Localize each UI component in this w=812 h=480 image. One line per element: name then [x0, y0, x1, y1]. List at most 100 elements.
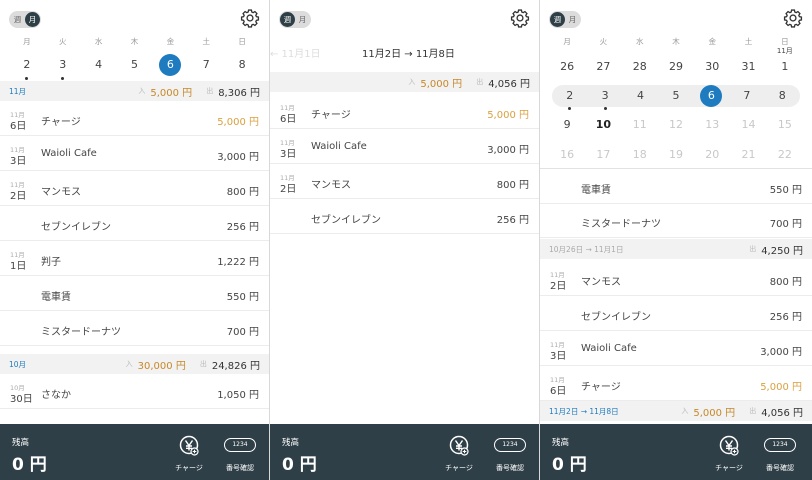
- transaction-row[interactable]: セブンイレブン 256 円: [540, 297, 812, 331]
- toggle-month[interactable]: 月: [295, 12, 310, 27]
- transaction-row[interactable]: ミスタードーナツ 700 円: [0, 312, 269, 346]
- expense-total: 24,826 円: [211, 360, 260, 372]
- transaction-row[interactable]: ミスタードーナツ 700 円: [540, 204, 812, 238]
- number-check-button[interactable]: 1234 番号確認: [759, 434, 801, 474]
- transaction-name: ミスタードーナツ: [41, 327, 121, 338]
- charge-button[interactable]: チャージ: [170, 434, 208, 474]
- transaction-row[interactable]: 11月 1日 判子 1,222 円: [0, 242, 269, 276]
- screen-month-view: 週 月 月火水木金土日 26 27 28 29 30 31 11月 1 2 3 4 5 6 7 8 9 10 11…: [540, 0, 812, 480]
- top-bar: 週 月: [270, 0, 539, 36]
- calendar-day[interactable]: 30: [694, 56, 730, 78]
- week-date-strip: 2345678: [9, 53, 260, 80]
- date-cell[interactable]: 3: [45, 53, 81, 80]
- has-entry-dot: [568, 107, 572, 110]
- has-entry-dot: [25, 77, 29, 80]
- transaction-name: マンモス: [41, 187, 81, 198]
- transaction-name: Waioli Cafe: [581, 343, 637, 354]
- date-cell[interactable]: 6: [152, 53, 188, 77]
- number-check-button[interactable]: 1234 番号確認: [489, 434, 531, 474]
- transaction-amount: 5,000 円: [487, 110, 529, 121]
- transaction-row[interactable]: 11月 2日 マンモス 800 円: [0, 172, 269, 206]
- month-label: 11月: [776, 47, 793, 55]
- toggle-month[interactable]: 月: [565, 12, 580, 27]
- date-cell[interactable]: 4: [81, 53, 117, 77]
- calendar-day[interactable]: 26: [549, 56, 585, 78]
- calendar-day[interactable]: 14: [730, 114, 766, 136]
- date-cell[interactable]: 8: [224, 53, 260, 77]
- transaction-name: 判子: [41, 257, 61, 268]
- calendar-day[interactable]: 4: [623, 85, 658, 107]
- section-label: 10月26日 → 11月1日: [549, 244, 624, 254]
- transaction-row[interactable]: 11月 3日 Waioli Cafe 3,000 円: [0, 137, 269, 171]
- calendar-day[interactable]: 2: [552, 85, 587, 110]
- top-bar: 週 月: [0, 0, 269, 36]
- calendar-day[interactable]: 10: [585, 114, 621, 136]
- calendar-day[interactable]: 27: [585, 56, 621, 78]
- calendar-day[interactable]: 19: [658, 144, 694, 166]
- toggle-week[interactable]: 週: [280, 12, 295, 27]
- date-cell[interactable]: 2: [9, 53, 45, 80]
- transaction-amount: 1,222 円: [217, 257, 259, 268]
- has-entry-dot: [61, 77, 65, 80]
- date-cell[interactable]: 7: [188, 53, 224, 77]
- transaction-row[interactable]: 11月 2日 マンモス 800 円: [270, 165, 539, 199]
- calendar-day[interactable]: 20: [694, 144, 730, 166]
- calendar-day[interactable]: 22: [767, 144, 803, 166]
- gear-icon[interactable]: [783, 8, 803, 28]
- calendar-day[interactable]: 21: [730, 144, 766, 166]
- transaction-name: マンモス: [311, 180, 351, 191]
- calendar-day[interactable]: 31: [730, 56, 766, 78]
- calendar-day[interactable]: 18: [622, 144, 658, 166]
- calendar-day[interactable]: 11: [622, 114, 658, 136]
- number-pill-icon: 1234: [494, 438, 526, 452]
- week-month-toggle[interactable]: 週 月: [279, 11, 311, 28]
- calendar-day[interactable]: 3: [587, 85, 622, 110]
- range-summary-prev: 10月26日 → 11月1日 出 4,250 円: [540, 239, 812, 259]
- transaction-row[interactable]: セブンイレブン 256 円: [270, 200, 539, 234]
- calendar-day[interactable]: 8: [765, 85, 800, 107]
- calendar-day[interactable]: 13: [694, 114, 730, 136]
- divider: [540, 168, 812, 169]
- calendar-week: 2345678: [552, 85, 800, 110]
- week-month-toggle[interactable]: 週 月: [9, 11, 41, 28]
- calendar-day[interactable]: 7: [729, 85, 764, 107]
- transaction-row[interactable]: 電車賃 550 円: [0, 277, 269, 311]
- calendar-day[interactable]: 12: [658, 114, 694, 136]
- date-cell[interactable]: 5: [117, 53, 153, 77]
- toggle-month[interactable]: 月: [25, 12, 40, 27]
- calendar-day[interactable]: 5: [658, 85, 693, 107]
- balance-value: 0 円: [12, 455, 47, 475]
- transaction-name: チャージ: [581, 382, 621, 393]
- weekday-header: 月火水木金土日: [23, 37, 246, 46]
- calendar-day[interactable]: 16: [549, 144, 585, 166]
- calendar-day[interactable]: 9: [549, 114, 585, 136]
- screen-range-view: 週 月 ← 11月1日 11月2日 → 11月8日 入 5,000 円 出 4,…: [270, 0, 540, 480]
- calendar-day[interactable]: 11月 1: [767, 47, 803, 78]
- number-pill-icon: 1234: [224, 438, 256, 452]
- gear-icon[interactable]: [510, 8, 530, 28]
- toggle-week[interactable]: 週: [10, 12, 25, 27]
- charge-button[interactable]: チャージ: [440, 434, 478, 474]
- transaction-row[interactable]: 電車賃 550 円: [540, 170, 812, 204]
- transaction-row[interactable]: 11月 2日 マンモス 800 円: [540, 262, 812, 296]
- calendar-day[interactable]: 17: [585, 144, 621, 166]
- charge-button[interactable]: チャージ: [710, 434, 748, 474]
- calendar-day[interactable]: 28: [622, 56, 658, 78]
- transaction-row[interactable]: 10月 30日 さなか 1,050 円: [0, 375, 269, 409]
- transaction-row[interactable]: 11月 3日 Waioli Cafe 3,000 円: [540, 332, 812, 366]
- calendar-day[interactable]: 29: [658, 56, 694, 78]
- transaction-row[interactable]: 11月 6日 チャージ 5,000 円: [270, 95, 539, 129]
- transaction-row[interactable]: 11月 6日 チャージ 5,000 円: [0, 102, 269, 136]
- transaction-row[interactable]: セブンイレブン 256 円: [0, 207, 269, 241]
- toggle-week[interactable]: 週: [550, 12, 565, 27]
- prev-range[interactable]: ← 11月1日: [270, 45, 321, 60]
- transaction-row[interactable]: 11月 3日 Waioli Cafe 3,000 円: [270, 130, 539, 164]
- range-navigator[interactable]: ← 11月1日 11月2日 → 11月8日: [270, 45, 539, 63]
- transaction-row[interactable]: 11月 6日 チャージ 5,000 円: [540, 367, 812, 401]
- week-month-toggle[interactable]: 週 月: [549, 11, 581, 28]
- transaction-amount: 5,000 円: [217, 117, 259, 128]
- gear-icon[interactable]: [240, 8, 260, 28]
- calendar-day[interactable]: 15: [767, 114, 803, 136]
- number-check-button[interactable]: 1234 番号確認: [219, 434, 261, 474]
- calendar-day[interactable]: 6: [694, 85, 729, 107]
